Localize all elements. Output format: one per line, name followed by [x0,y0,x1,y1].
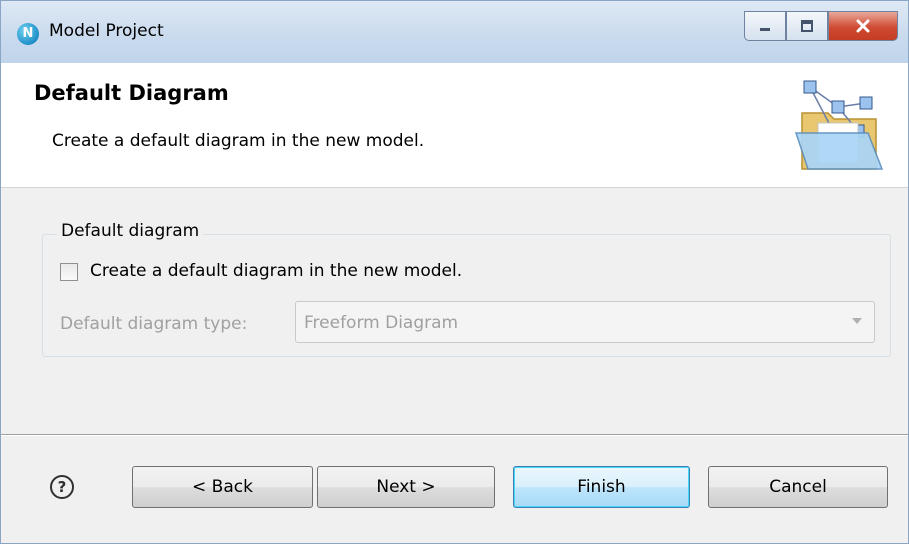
diagram-type-label: Default diagram type: [60,314,248,334]
chevron-down-icon [852,318,862,324]
diagram-folder-icon [794,80,884,170]
close-icon [856,19,870,33]
title-bar[interactable]: N Model Project [1,1,908,63]
create-default-diagram-checkbox[interactable] [60,263,78,281]
app-icon[interactable]: N [17,23,39,45]
back-button[interactable]: < Back [132,466,313,508]
close-button[interactable] [828,11,898,41]
window-controls [744,11,898,43]
maximize-icon [801,20,813,32]
next-button[interactable]: Next > [317,466,495,508]
diagram-type-value: Freeform Diagram [304,313,459,333]
group-legend: Default diagram [57,221,204,241]
help-icon[interactable]: ? [50,475,74,499]
cancel-button[interactable]: Cancel [708,466,888,508]
window-title: Model Project [49,21,164,41]
footer-separator [1,434,908,436]
page-description: Create a default diagram in the new mode… [52,131,425,151]
page-title: Default Diagram [34,81,229,105]
wizard-header: Default Diagram Create a default diagram… [1,63,908,188]
minimize-icon [760,28,770,31]
minimize-button[interactable] [744,11,786,41]
maximize-button[interactable] [786,11,828,41]
checkbox-label[interactable]: Create a default diagram in the new mode… [90,261,462,281]
wizard-window: N Model Project Default Diagram Create a… [0,0,909,544]
finish-button[interactable]: Finish [513,466,690,508]
diagram-type-select[interactable]: Freeform Diagram [295,301,875,343]
